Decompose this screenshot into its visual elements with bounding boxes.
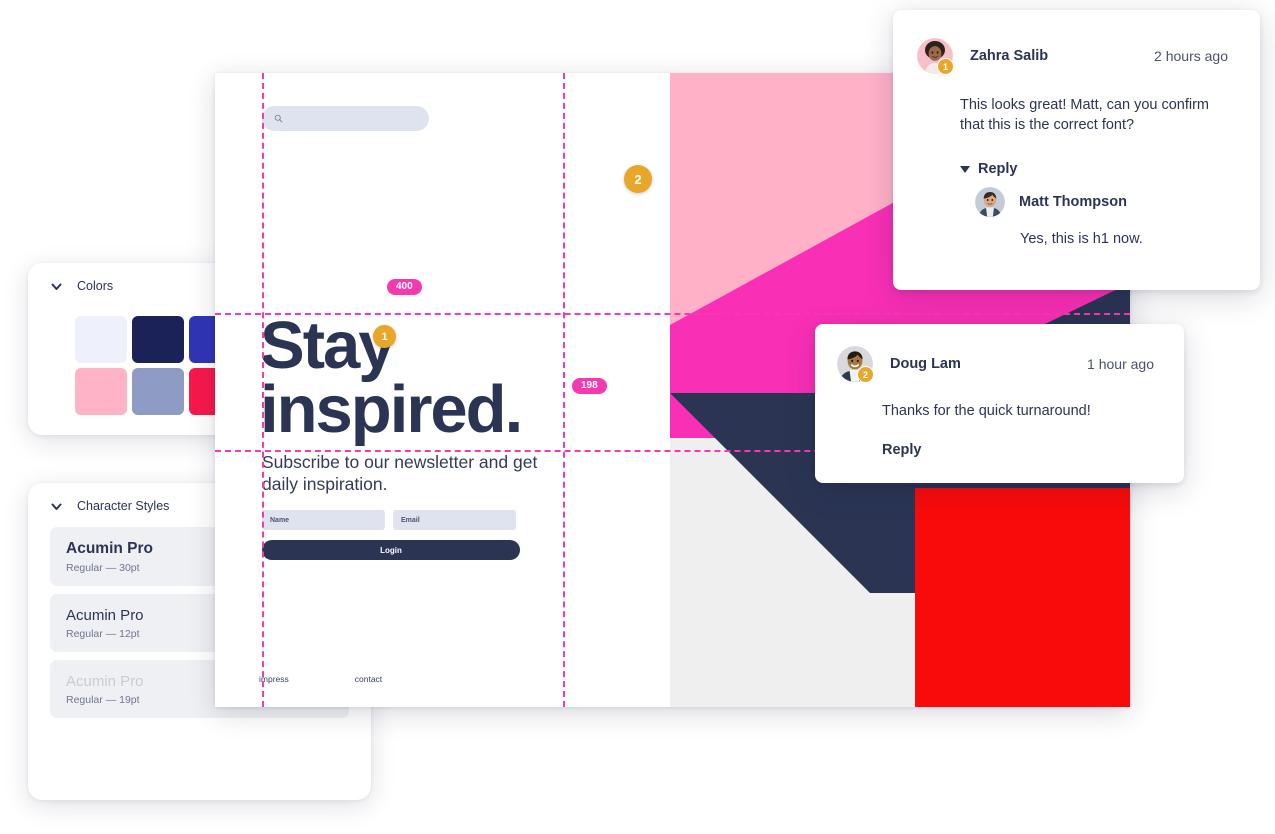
app-stage: Colors Character Styles Acumin Pro Regula… — [0, 0, 1275, 834]
email-field[interactable]: Email — [393, 510, 516, 530]
comment-pin-2[interactable]: 2 — [624, 165, 652, 193]
comment-timestamp: 1 hour ago — [1087, 356, 1154, 372]
comment-body: This looks great! Matt, can you confirm … — [960, 97, 1210, 133]
artwork-grey-area — [670, 593, 915, 707]
chevron-down-icon[interactable] — [50, 280, 63, 293]
avatar — [975, 187, 1005, 218]
color-swatch-0[interactable] — [75, 316, 127, 363]
color-swatch-5[interactable] — [132, 368, 184, 415]
measure-height-badge: 198 — [572, 378, 607, 394]
headline-line-2: inspired. — [260, 371, 523, 447]
headline-line-1: Stay — [260, 308, 396, 383]
signup-form: Name Email — [262, 510, 524, 530]
reply-toggle-label[interactable]: Reply — [978, 161, 1018, 177]
comment-pin-badge-2: 2 — [857, 366, 874, 383]
avatar-wrap: 1 — [917, 38, 954, 75]
name-field[interactable]: Name — [262, 510, 385, 530]
measure-width-badge: 400 — [387, 279, 422, 295]
comment-card-doug[interactable]: 2 Doug Lam 1 hour ago Thanks for the qui… — [815, 324, 1184, 483]
footer-links: impress contact — [259, 674, 382, 684]
color-swatch-1[interactable] — [132, 316, 184, 363]
comment-timestamp: 2 hours ago — [1154, 48, 1228, 64]
comment-body: Thanks for the quick turnaround! — [882, 403, 1091, 419]
page-subheadline: Subscribe to our newsletter and get dail… — [262, 452, 538, 495]
search-icon — [274, 114, 283, 123]
color-swatch-4[interactable] — [75, 368, 127, 415]
comment-author: Doug Lam — [890, 356, 961, 372]
comment-pin-badge-1: 1 — [937, 58, 954, 75]
comment-pin-1[interactable]: 1 — [373, 325, 396, 348]
page-headline: Stay inspired. — [260, 308, 680, 447]
comment-header: 1 Zahra Salib 2 hours ago — [893, 10, 1260, 75]
comment-author: Zahra Salib — [970, 48, 1049, 64]
colors-panel-title: Colors — [77, 279, 114, 293]
reply-body: Yes, this is h1 now. — [1020, 231, 1143, 248]
reply-author: Matt Thompson — [1019, 194, 1127, 211]
reply-toggle[interactable]: Reply — [893, 135, 1260, 177]
search-input[interactable] — [262, 106, 429, 131]
footer-link-contact[interactable]: contact — [355, 674, 382, 684]
login-button[interactable]: Login — [262, 540, 520, 560]
reply-toggle-label[interactable]: Reply — [815, 422, 1184, 458]
character-styles-title: Character Styles — [77, 499, 170, 513]
triangle-down-icon — [960, 165, 970, 173]
footer-link-impress[interactable]: impress — [259, 674, 289, 684]
chevron-down-icon[interactable] — [50, 500, 63, 513]
artwork-red-block — [915, 488, 1130, 707]
avatar-wrap: 2 — [837, 346, 874, 383]
reply-author-row: Matt Thompson — [893, 177, 1260, 218]
comment-header: 2 Doug Lam 1 hour ago — [815, 324, 1184, 383]
comment-card-zahra[interactable]: 1 Zahra Salib 2 hours ago This looks gre… — [893, 10, 1260, 290]
